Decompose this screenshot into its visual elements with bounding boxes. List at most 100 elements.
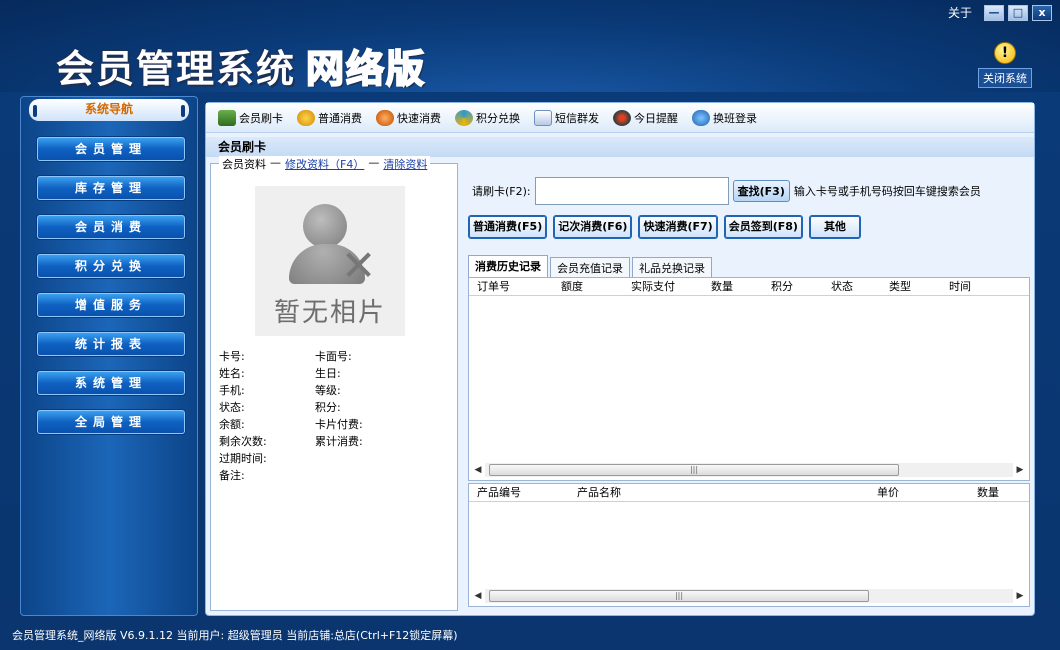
member-legend: 会员资料 — 修改资料（F4） — 清除资料 [219, 156, 431, 172]
product-table: 产品编号 产品名称 单价 数量 ◀ ||| ▶ [468, 483, 1030, 607]
field-row: 状态: 积分: [219, 399, 455, 416]
nav-member-management[interactable]: 会员管理 [37, 137, 185, 161]
scroll-left-icon[interactable]: ◀ [471, 591, 485, 601]
member-legend-label: 会员资料 [222, 158, 266, 171]
tab-consumption-history[interactable]: 消费历史记录 [468, 255, 548, 277]
field-label: 卡片付费: [315, 418, 363, 431]
normal-consume-button[interactable]: 普通消费(F5) [468, 215, 548, 239]
scroll-thumb[interactable]: ||| [489, 464, 899, 476]
column-header[interactable]: 类型 [881, 278, 941, 295]
toolbar-label: 快速消费 [397, 111, 441, 125]
count-consume-button[interactable]: 记次消费(F6) [553, 215, 633, 239]
field-row: 姓名: 生日: [219, 365, 455, 382]
consumption-history-table: 订单号 额度 实际支付 数量 积分 状态 类型 时间 ◀ ||| ▶ [468, 277, 1030, 481]
column-header[interactable]: 积分 [763, 278, 823, 295]
field-label: 卡面号: [315, 350, 352, 363]
column-header[interactable]: 时间 [941, 278, 1001, 295]
field-label: 状态: [219, 401, 245, 414]
quick-consume-button[interactable]: 快速消费(F7) [638, 215, 718, 239]
clear-profile-link[interactable]: 清除资料 [383, 156, 427, 172]
nav-statistics-reports[interactable]: 统计报表 [37, 332, 185, 356]
field-label: 余额: [219, 418, 245, 431]
scroll-right-icon[interactable]: ▶ [1013, 591, 1027, 601]
title-banner: 会员管理系统 网络版 关于 — □ x ! 关闭系统 [0, 0, 1060, 92]
column-header[interactable]: 产品编号 [469, 484, 569, 501]
minimize-button[interactable]: — [984, 4, 1004, 21]
column-header[interactable]: 实际支付 [623, 278, 703, 295]
logo-sub: 网络版 [305, 45, 427, 92]
column-header[interactable]: 额度 [553, 278, 623, 295]
toolbar-label: 积分兑换 [476, 111, 520, 125]
member-checkin-button[interactable]: 会员签到(F8) [723, 215, 803, 239]
nav-inventory-management[interactable]: 库存管理 [37, 176, 185, 200]
close-button[interactable]: x [1032, 4, 1052, 21]
field-label: 等级: [315, 384, 341, 397]
toolbar-label: 换班登录 [713, 111, 757, 125]
scroll-track[interactable]: ||| [485, 589, 1013, 603]
field-label: 积分: [315, 401, 341, 414]
field-row: 过期时间: [219, 450, 455, 467]
nav-global-management[interactable]: 全局管理 [37, 410, 185, 434]
find-button[interactable]: 查找(F3) [732, 180, 790, 202]
field-label: 累计消费: [315, 435, 363, 448]
toolbar-sms-broadcast[interactable]: 短信群发 [534, 109, 599, 126]
field-label: 备注: [219, 469, 245, 482]
nav-value-added-services[interactable]: 增值服务 [37, 293, 185, 317]
table-header: 产品编号 产品名称 单价 数量 [469, 484, 1029, 502]
about-link[interactable]: 关于 [948, 4, 972, 21]
field-label: 剩余次数: [219, 435, 267, 448]
horizontal-scrollbar[interactable]: ◀ ||| ▶ [471, 588, 1027, 604]
nav-points-exchange[interactable]: 积分兑换 [37, 254, 185, 278]
rocket-icon [376, 109, 394, 126]
x-icon: ✕ [341, 241, 377, 290]
field-row: 手机: 等级: [219, 382, 455, 399]
card-search-input[interactable] [534, 177, 729, 205]
toolbar-label: 今日提醒 [634, 111, 678, 125]
scroll-left-icon[interactable]: ◀ [471, 465, 485, 475]
table-header: 订单号 额度 实际支付 数量 积分 状态 类型 时间 [469, 278, 1029, 296]
nav-member-consumption[interactable]: 会员消费 [37, 215, 185, 239]
other-button[interactable]: 其他 [808, 215, 861, 239]
column-header[interactable]: 状态 [823, 278, 881, 295]
scroll-track[interactable]: ||| [485, 463, 1013, 477]
action-buttons: 普通消费(F5) 记次消费(F6) 快速消费(F7) 会员签到(F8) 其他 [468, 215, 861, 239]
main-content: 会员刷卡 普通消费 快速消费 积分兑换 短信群发 今日提醒 换班登录 会员刷卡 … [205, 102, 1035, 616]
scroll-thumb[interactable]: ||| [489, 590, 869, 602]
column-header[interactable]: 单价 [869, 484, 969, 501]
app-logo: 会员管理系统 网络版 [56, 38, 426, 93]
field-label: 生日: [315, 367, 341, 380]
column-header[interactable]: 订单号 [469, 278, 553, 295]
sidebar: 系统导航 会员管理 库存管理 会员消费 积分兑换 增值服务 统计报表 系统管理 … [20, 96, 198, 616]
toolbar-quick-consume[interactable]: 快速消费 [376, 109, 441, 126]
horizontal-scrollbar[interactable]: ◀ ||| ▶ [471, 462, 1027, 478]
window-controls: 关于 — □ x [948, 4, 1052, 21]
column-header[interactable]: 产品名称 [569, 484, 869, 501]
field-row: 备注: [219, 467, 455, 484]
scroll-right-icon[interactable]: ▶ [1013, 465, 1027, 475]
toolbar-label: 普通消费 [318, 111, 362, 125]
search-hint: 输入卡号或手机号码按回车键搜索会员 [793, 185, 981, 198]
member-info-panel: 会员资料 — 修改资料（F4） — 清除资料 ✕ 暂无相片 卡号: 卡面号: 姓名: 生… [210, 156, 458, 611]
maximize-button[interactable]: □ [1008, 4, 1028, 21]
toolbar-member-swipe[interactable]: 会员刷卡 [218, 109, 283, 126]
nav-system-management[interactable]: 系统管理 [37, 371, 185, 395]
field-label: 过期时间: [219, 452, 267, 465]
card-reader-icon [218, 109, 236, 126]
record-tabs: 消费历史记录 会员充值记录 礼品兑换记录 [468, 255, 712, 277]
toolbar-normal-consume[interactable]: 普通消费 [297, 109, 362, 126]
toolbar-shift-login[interactable]: 换班登录 [692, 109, 757, 126]
toolbar: 会员刷卡 普通消费 快速消费 积分兑换 短信群发 今日提醒 换班登录 [206, 103, 1034, 133]
edit-profile-link[interactable]: 修改资料（F4） [285, 156, 364, 172]
column-header[interactable]: 数量 [969, 484, 1029, 501]
tab-recharge-history[interactable]: 会员充值记录 [550, 257, 630, 277]
toolbar-points-exchange[interactable]: 积分兑换 [455, 109, 520, 126]
tab-gift-exchange[interactable]: 礼品兑换记录 [632, 257, 712, 277]
column-header[interactable]: 数量 [703, 278, 763, 295]
shutdown-button[interactable]: ! 关闭系统 [978, 42, 1032, 88]
field-row: 余额: 卡片付费: [219, 416, 455, 433]
app-window: 会员管理系统 网络版 关于 — □ x ! 关闭系统 系统导航 会员管理 库存管理… [0, 0, 1060, 650]
toolbar-label: 短信群发 [555, 111, 599, 125]
member-photo: ✕ 暂无相片 [255, 186, 405, 336]
envelope-icon [534, 109, 552, 126]
toolbar-today-reminder[interactable]: 今日提醒 [613, 109, 678, 126]
